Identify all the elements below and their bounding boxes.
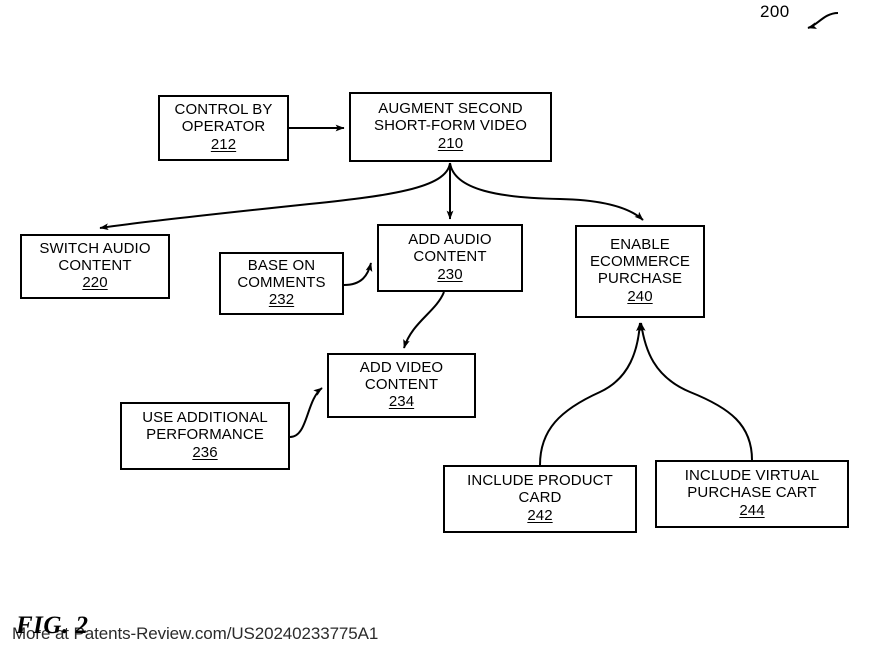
edge-210-to-220 (99, 162, 451, 231)
node-reference-numeral: 240 (627, 287, 653, 305)
node-reference-numeral: 230 (437, 265, 463, 283)
node-reference-numeral: 232 (268, 291, 295, 309)
node-reference-numeral: 244 (739, 501, 765, 519)
node-add-video-content[interactable]: ADD VIDEO CONTENT 234 (327, 353, 476, 418)
node-switch-audio-content[interactable]: SWITCH AUDIO CONTENT 220 (20, 234, 170, 299)
node-label: SWITCH AUDIO CONTENT (39, 239, 151, 274)
patent-figure: 200 CONTROL BY OPERATOR 212 AUGMENT SECO… (0, 0, 880, 659)
node-enable-ecommerce-purchase[interactable]: ENABLE ECOMMERCE PURCHASE 240 (575, 225, 705, 318)
figure-caption: FIG. 2 (16, 612, 89, 639)
node-reference-numeral: 212 (210, 135, 237, 153)
edge-230-to-234 (403, 291, 445, 349)
node-label: INCLUDE VIRTUAL PURCHASE CART (684, 467, 820, 502)
node-label: USE ADDITIONAL PERFORMANCE (142, 409, 268, 444)
edge-232-to-230 (343, 262, 373, 286)
edge-244-to-240 (638, 322, 753, 461)
node-label: ENABLE ECOMMERCE PURCHASE (589, 236, 691, 287)
node-label: CONTROL BY OPERATOR (174, 101, 273, 136)
node-reference-numeral: 220 (82, 274, 108, 292)
node-reference-numeral: 236 (192, 443, 218, 461)
node-label: ADD VIDEO CONTENT (359, 358, 444, 393)
node-base-on-comments[interactable]: BASE ON COMMENTS 232 (219, 252, 344, 315)
node-include-product-card[interactable]: INCLUDE PRODUCT CARD 242 (443, 465, 637, 533)
node-label: ADD AUDIO CONTENT (408, 231, 492, 266)
edge-242-to-240 (539, 322, 643, 466)
node-label: INCLUDE PRODUCT CARD (467, 472, 613, 507)
edge-236-to-234 (289, 387, 323, 438)
figure-number: 200 (760, 2, 790, 21)
node-use-additional-performance[interactable]: USE ADDITIONAL PERFORMANCE 236 (120, 402, 290, 470)
node-label: AUGMENT SECOND SHORT-FORM VIDEO (374, 100, 527, 135)
node-add-audio-content[interactable]: ADD AUDIO CONTENT 230 (377, 224, 523, 292)
figure-number-arrow (807, 12, 839, 29)
edge-210-to-240 (449, 162, 644, 221)
node-label: BASE ON COMMENTS (237, 256, 326, 291)
node-augment-second-short-form-video[interactable]: AUGMENT SECOND SHORT-FORM VIDEO 210 (349, 92, 552, 162)
node-control-by-operator[interactable]: CONTROL BY OPERATOR 212 (158, 95, 289, 161)
node-include-virtual-purchase-cart[interactable]: INCLUDE VIRTUAL PURCHASE CART 244 (655, 460, 849, 528)
node-reference-numeral: 210 (437, 134, 464, 152)
node-reference-numeral: 234 (388, 393, 415, 411)
node-reference-numeral: 242 (527, 506, 553, 524)
